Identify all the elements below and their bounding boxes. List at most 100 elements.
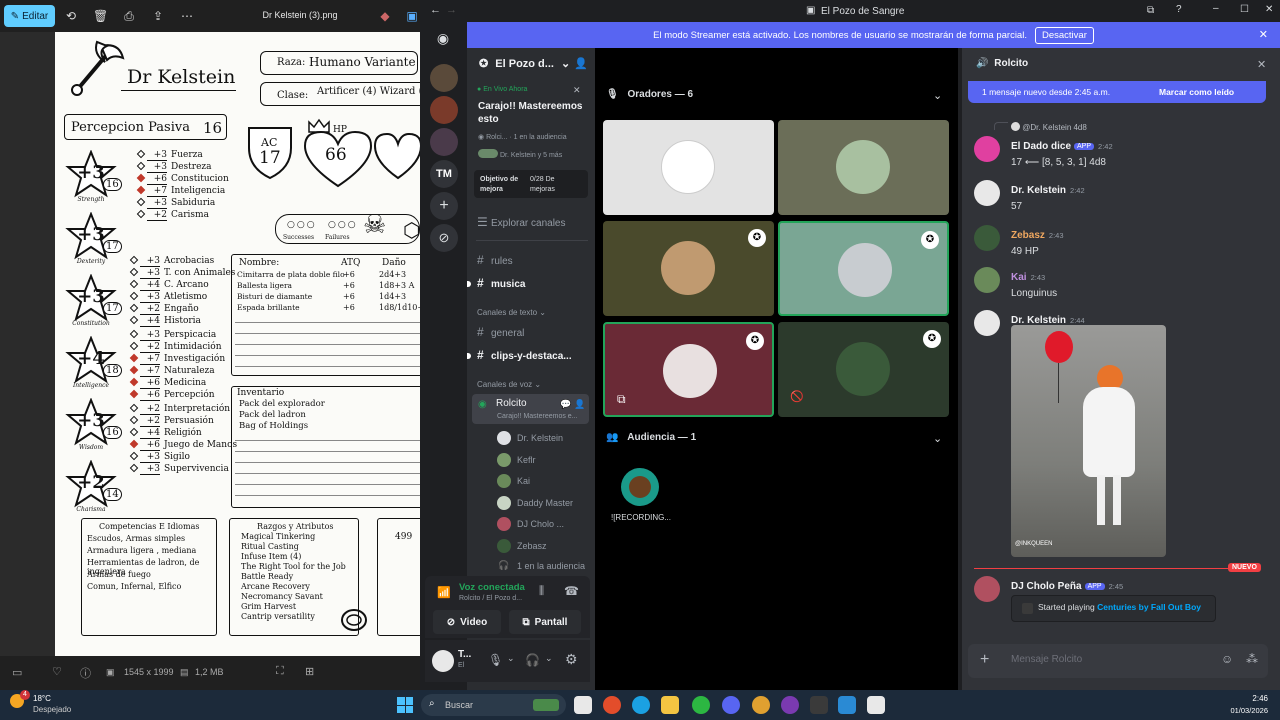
maximize-icon[interactable]: ☐ bbox=[1240, 4, 1249, 15]
channel-musica[interactable]: # musica bbox=[477, 276, 525, 290]
chat-bubble-icon[interactable]: 💬 bbox=[560, 399, 571, 410]
audio-options-icon[interactable]: ⌄ bbox=[545, 653, 553, 664]
message-author[interactable]: Zebasz bbox=[1011, 230, 1045, 241]
noise-suppression-icon[interactable]: ⫼ bbox=[539, 585, 544, 598]
minimize-icon[interactable]: – bbox=[1213, 3, 1219, 14]
disconnect-icon[interactable]: ☎ bbox=[564, 584, 579, 598]
inbox-icon[interactable]: ⧉ bbox=[1147, 5, 1154, 16]
boost-goal-card[interactable]: Objetivo de mejora 0/28 De mejoras bbox=[474, 170, 588, 198]
help-icon[interactable]: ? bbox=[1176, 4, 1182, 15]
close-event-icon[interactable]: ✕ bbox=[573, 85, 581, 96]
voice-channel-rolcito[interactable]: ◉ Rolcito Carajo!! Mastereemos e... 💬 👤 bbox=[472, 394, 589, 424]
favorite-icon[interactable]: ♡ bbox=[52, 665, 62, 678]
channel-general[interactable]: # general bbox=[477, 325, 524, 339]
rotate-icon[interactable]: ⟲ bbox=[64, 9, 78, 23]
audience-header[interactable]: 👥 Audiencia — 1 bbox=[606, 432, 696, 443]
reply-reference[interactable]: @Dr. Kelstein 4d8 bbox=[1011, 122, 1087, 132]
message-input[interactable]: Mensaje Rolcito bbox=[1011, 654, 1082, 665]
message-author[interactable]: El Dado dice bbox=[1011, 141, 1071, 152]
explore-channels[interactable]: ☰ Explorar canales bbox=[477, 215, 565, 229]
attach-plus-icon[interactable]: + bbox=[980, 651, 989, 669]
message-avatar[interactable] bbox=[974, 310, 1000, 336]
message-avatar[interactable] bbox=[974, 180, 1000, 206]
message-avatar[interactable] bbox=[974, 576, 1000, 602]
audience-avatar[interactable] bbox=[621, 468, 659, 506]
file-explorer-icon[interactable] bbox=[661, 696, 679, 714]
headphones-toggle-icon[interactable]: 🎧 bbox=[525, 653, 540, 667]
discord-home-icon[interactable]: ◉ bbox=[433, 30, 453, 46]
channel-clips[interactable]: # clips-y-destaca... bbox=[477, 348, 572, 362]
message-author[interactable]: DJ Cholo Peña bbox=[1011, 581, 1082, 592]
server-avatar-2[interactable] bbox=[430, 96, 458, 124]
fit-icon[interactable]: ⛶ bbox=[276, 665, 284, 678]
taskbar-search[interactable]: ⌕ Buscar bbox=[421, 694, 566, 716]
mark-as-read-button[interactable]: Marcar como leído bbox=[1159, 87, 1234, 97]
discord-taskbar-icon[interactable] bbox=[722, 696, 740, 714]
message-avatar[interactable] bbox=[974, 225, 1000, 251]
playing-song[interactable]: Centuries by Fall Out Boy bbox=[1097, 602, 1201, 612]
notepad-icon[interactable] bbox=[867, 696, 885, 714]
voice-user[interactable]: Dr. Kelstein bbox=[497, 431, 563, 445]
close-window-icon[interactable]: ✕ bbox=[1265, 4, 1273, 15]
start-windows-icon[interactable] bbox=[397, 697, 413, 713]
forward-arrow-icon[interactable]: → bbox=[446, 4, 457, 16]
speaker-tile-3[interactable]: ✪ bbox=[603, 221, 774, 316]
share-icon[interactable]: ⇪ bbox=[151, 9, 165, 23]
settings-gear-icon[interactable]: ⚙ bbox=[565, 651, 578, 668]
back-arrow-icon[interactable]: ← bbox=[430, 4, 441, 16]
category-voice-channels[interactable]: Canales de voz ⌄ bbox=[477, 380, 541, 389]
server-header[interactable]: ✪ El Pozo d... ⌄ bbox=[479, 57, 570, 70]
activity-card[interactable]: Started playing Centuries by Fall Out Bo… bbox=[1011, 595, 1216, 622]
invite-people-icon[interactable]: 👤 bbox=[574, 57, 588, 70]
collapse-audience-icon[interactable]: ⌄ bbox=[933, 432, 942, 445]
speaker-tile-2[interactable] bbox=[778, 120, 949, 215]
task-view-icon[interactable] bbox=[574, 696, 592, 714]
category-text-channels[interactable]: Canales de texto ⌄ bbox=[477, 308, 546, 317]
deactivate-streamer-button[interactable]: Desactivar bbox=[1034, 26, 1094, 44]
voice-user[interactable]: Zebasz bbox=[497, 538, 547, 553]
edge-icon[interactable] bbox=[632, 696, 650, 714]
whatsapp-icon[interactable] bbox=[692, 696, 710, 714]
user-avatar[interactable] bbox=[432, 650, 454, 672]
speaker-tile-6[interactable]: ✪ 🚫 bbox=[778, 322, 949, 417]
message-avatar[interactable] bbox=[974, 267, 1000, 293]
more-icon[interactable]: ⋯ bbox=[180, 9, 194, 23]
server-tm[interactable]: TM bbox=[430, 160, 458, 188]
photos-app-icon[interactable]: ▣ bbox=[405, 9, 419, 23]
image-attachment[interactable]: @INKQUEEN bbox=[1011, 325, 1166, 557]
voice-user[interactable]: Kai bbox=[497, 474, 530, 488]
app-icon-8[interactable] bbox=[810, 696, 828, 714]
channel-rules[interactable]: # rules bbox=[477, 253, 513, 267]
speaker-tile-5[interactable]: ✪ ⧉ bbox=[603, 322, 774, 417]
chrome-profile-icon[interactable] bbox=[752, 696, 770, 714]
clock-date[interactable]: 01/03/2026 bbox=[1210, 706, 1268, 715]
voice-user[interactable]: DJ Cholo ... bbox=[497, 517, 564, 531]
photos-taskbar-icon[interactable] bbox=[838, 696, 856, 714]
close-chat-icon[interactable]: ✕ bbox=[1257, 58, 1266, 71]
message-author[interactable]: Dr. Kelstein bbox=[1011, 185, 1066, 196]
app-icon-7[interactable] bbox=[781, 696, 799, 714]
apps-icon[interactable]: ⁂ bbox=[1246, 652, 1258, 666]
discover-compass-icon[interactable]: ⊘ bbox=[430, 224, 458, 252]
new-messages-bar[interactable]: 1 mensaje nuevo desde 2:45 a.m. Marcar c… bbox=[968, 81, 1266, 103]
collapse-speakers-icon[interactable]: ⌄ bbox=[933, 89, 942, 102]
screen-share-button[interactable]: ⧉ Pantall bbox=[509, 610, 581, 634]
mic-options-icon[interactable]: ⌄ bbox=[507, 653, 515, 664]
close-banner-icon[interactable]: ✕ bbox=[1259, 28, 1268, 41]
info-icon[interactable]: ⓘ bbox=[80, 665, 91, 681]
print-icon[interactable]: ⎙ bbox=[122, 9, 136, 23]
copilot-icon[interactable]: ◆ bbox=[378, 9, 392, 23]
video-button[interactable]: ⊘ Video bbox=[433, 610, 501, 634]
clock-time[interactable]: 2:46 bbox=[1226, 694, 1268, 703]
voice-user[interactable]: Daddy Master bbox=[497, 495, 573, 510]
server-avatar-3[interactable] bbox=[430, 128, 458, 156]
emoji-icon[interactable]: ☺ bbox=[1221, 652, 1233, 666]
message-avatar[interactable] bbox=[974, 136, 1000, 162]
microphone-icon[interactable]: 🎙 bbox=[488, 653, 503, 667]
filmstrip-icon[interactable]: ▭ bbox=[12, 666, 22, 679]
speaker-tile-1[interactable] bbox=[603, 120, 774, 215]
zoom-fit-icon[interactable]: ⊞ bbox=[305, 665, 314, 678]
speakers-header[interactable]: 🎙 Oradores — 6 bbox=[606, 89, 693, 100]
edit-button[interactable]: ✎ Editar bbox=[4, 5, 55, 27]
add-member-icon[interactable]: 👤 bbox=[574, 399, 585, 410]
